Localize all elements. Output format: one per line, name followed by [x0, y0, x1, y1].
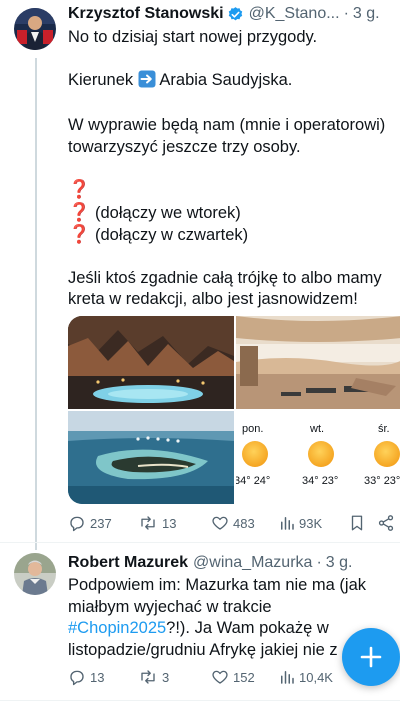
media-grid: pon. wt. śr. 34° 24° 34° 23° 33° 23°: [68, 316, 400, 504]
views-button[interactable]: 10,4K: [279, 668, 349, 686]
question-line-3: ❓ (dołączy w czwartek): [68, 224, 394, 247]
author-handle[interactable]: @K_Stano...: [249, 4, 340, 24]
tweet-header: Krzysztof Stanowski @K_Stano... · 3 g.: [68, 4, 380, 24]
plus-icon: [360, 646, 382, 668]
bookmark-icon: [351, 515, 363, 531]
right-arrow-emoji-icon: [138, 70, 156, 95]
tweet-line-3: W wyprawie będą nam (mnie i operatorowi)…: [68, 116, 390, 156]
views-count: 93K: [299, 515, 323, 531]
views-chart-icon: [281, 517, 294, 530]
text-before-hashtag: Podpowiem im: Mazurka tam nie ma (jak mi…: [68, 576, 367, 616]
media-image-resort-pool[interactable]: [68, 316, 234, 409]
reply-icon: [70, 516, 84, 532]
weather-day-2: wt.: [310, 423, 325, 435]
reply-button[interactable]: 237: [68, 514, 138, 532]
tweet-mazurek[interactable]: Robert Mazurek @wina_Mazurka · 3 g. Podp…: [0, 543, 400, 700]
tweet-timestamp[interactable]: 3 g.: [353, 4, 380, 24]
line2-after: Arabia Saudyjska.: [155, 70, 293, 89]
tweet-text: Podpowiem im: Mazurka tam nie ma (jak mi…: [68, 575, 368, 661]
author-name[interactable]: Robert Mazurek: [68, 553, 188, 573]
header-dot: ·: [343, 5, 349, 22]
sun-icon: [374, 441, 400, 467]
question-mark-icon: ❓: [68, 224, 91, 244]
tweet-line-2: Kierunek Arabia Saudyjska.: [68, 70, 394, 95]
weather-day-3: śr.: [378, 423, 390, 435]
sun-icon: [242, 441, 268, 467]
retweet-count: 13: [162, 515, 177, 531]
bookmark-button[interactable]: [349, 514, 377, 532]
author-name[interactable]: Krzysztof Stanowski: [68, 4, 224, 24]
share-icon: [378, 515, 394, 531]
tweet-header: Robert Mazurek @wina_Mazurka · 3 g.: [68, 553, 352, 573]
like-count: 483: [233, 515, 255, 531]
question-3-text: (dołączy w czwartek): [90, 226, 249, 244]
question-mark-icon: ❓: [68, 201, 91, 222]
tweet-stanowski[interactable]: Krzysztof Stanowski @K_Stano... · 3 g. N…: [0, 0, 400, 542]
weather-temp-3: 33° 23°: [364, 475, 400, 487]
retweet-icon: [141, 516, 155, 530]
media-image-island-aerial[interactable]: [68, 411, 234, 504]
hashtag-link[interactable]: #Chopin2025: [68, 619, 166, 637]
weather-day-1: pon.: [242, 423, 264, 435]
views-count: 10,4K: [299, 669, 333, 685]
tweet-body: No to dzisiaj start nowej przygody. Kier…: [68, 27, 394, 311]
sun-icon: [308, 441, 334, 467]
verified-badge-icon: [227, 6, 244, 23]
weather-temp-2: 34° 23°: [302, 475, 339, 487]
bottom-separator: [0, 700, 400, 701]
line2-before: Kierunek: [68, 70, 138, 89]
reply-count: 13: [90, 669, 105, 685]
like-button[interactable]: 152: [211, 668, 279, 686]
tweet-body: Podpowiem im: Mazurka tam nie ma (jak mi…: [68, 575, 368, 661]
weather-temp-1: 34° 24°: [236, 475, 271, 487]
like-button[interactable]: 483: [211, 514, 279, 532]
question-line-2: ❓ (dołączy we wtorek): [68, 202, 394, 225]
question-mark-icon: ❓: [68, 179, 91, 199]
views-button[interactable]: 93K: [279, 514, 349, 532]
avatar-stanowski[interactable]: [14, 8, 56, 50]
tweet-actions: 237 13 483 93K: [68, 514, 400, 532]
header-dot: ·: [316, 554, 322, 571]
reply-button[interactable]: 13: [68, 668, 138, 686]
tweet-line-4: Jeśli ktoś zgadnie całą trójkę to albo m…: [68, 268, 387, 309]
like-count: 152: [233, 669, 255, 685]
tweet-line-1: No to dzisiaj start nowej przygody.: [68, 28, 318, 46]
reply-count: 237: [90, 515, 112, 531]
heart-icon: [212, 516, 228, 530]
tweet-timestamp[interactable]: 3 g.: [326, 553, 353, 573]
author-handle[interactable]: @wina_Mazurka: [193, 553, 312, 573]
retweet-count: 3: [162, 669, 170, 685]
share-button[interactable]: [377, 514, 397, 532]
media-image-weather-forecast[interactable]: pon. wt. śr. 34° 24° 34° 23° 33° 23°: [236, 411, 400, 504]
retweet-button[interactable]: 13: [138, 514, 211, 532]
views-chart-icon: [281, 671, 294, 684]
retweet-icon: [141, 670, 155, 684]
question-line-1: ❓: [68, 179, 394, 202]
avatar-mazurek[interactable]: [14, 553, 56, 595]
retweet-button[interactable]: 3: [138, 668, 211, 686]
compose-tweet-button[interactable]: [342, 628, 400, 686]
reply-icon: [70, 670, 84, 686]
question-2-text: (dołączy we wtorek): [90, 203, 241, 222]
heart-icon: [212, 670, 228, 684]
media-image-desert-terrace[interactable]: [236, 316, 400, 409]
